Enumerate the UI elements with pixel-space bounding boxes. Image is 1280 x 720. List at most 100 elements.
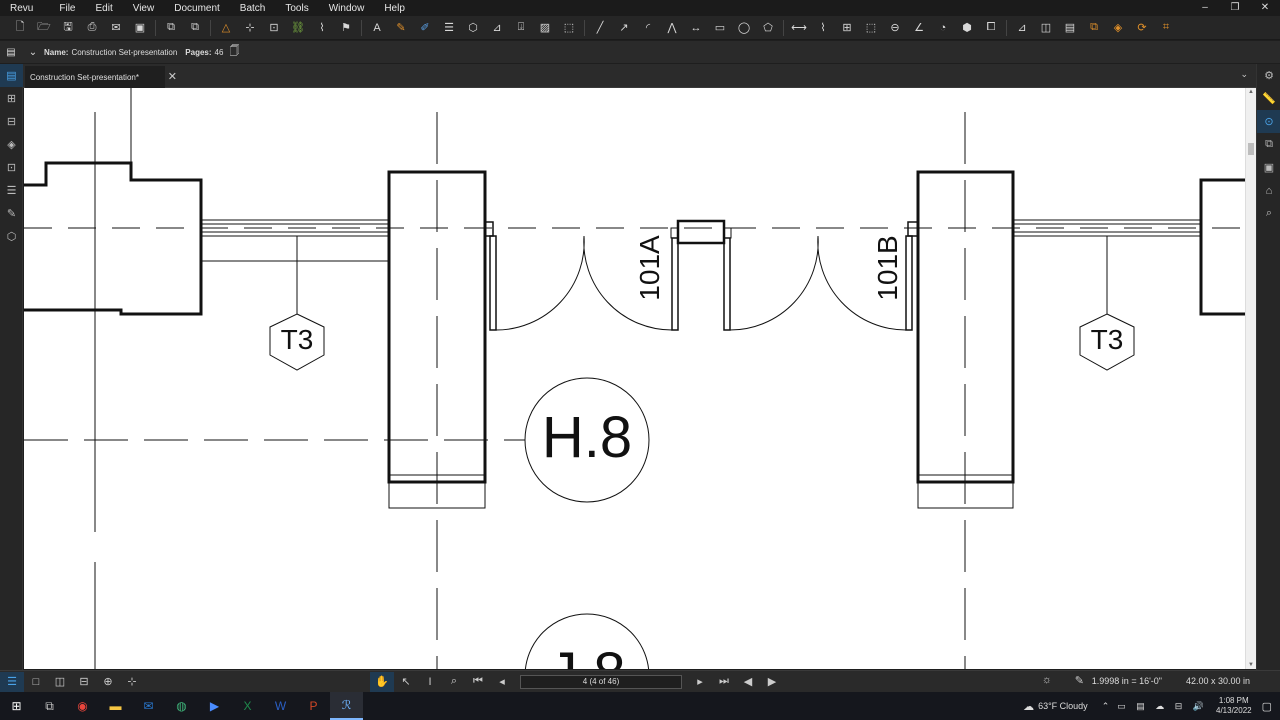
search-icon[interactable]: ⌕ <box>1257 202 1280 225</box>
redo-icon[interactable]: ⧉ <box>183 18 207 38</box>
split-horizontal-icon[interactable]: ⊟ <box>72 672 96 692</box>
measurements-ruler-icon[interactable]: 📏 <box>1257 87 1280 110</box>
snapshot-icon[interactable]: ⊡ <box>262 18 286 38</box>
single-page-icon[interactable]: □ <box>24 672 48 692</box>
start-windows-icon[interactable]: ⊞ <box>0 692 33 720</box>
previous-view-icon[interactable]: ◀ <box>736 672 760 692</box>
tray-chevron-icon[interactable]: ⌃ <box>1102 701 1110 712</box>
open-folder-icon[interactable]: 🗁 <box>32 18 56 38</box>
select-text-cursor-icon[interactable]: I <box>418 672 442 692</box>
panels-list-icon[interactable]: ☰ <box>0 671 24 692</box>
sync-views-icon[interactable]: ⊕ <box>96 672 120 692</box>
next-page-icon[interactable]: ▸ <box>688 672 712 692</box>
menu-edit[interactable]: Edit <box>85 3 122 14</box>
weather-text[interactable]: 63°F Cloudy <box>1038 701 1088 711</box>
menu-revu[interactable]: Revu <box>0 3 49 14</box>
angle-icon[interactable]: ∠ <box>907 18 931 38</box>
bookmarks-icon[interactable]: ⊟ <box>0 110 23 133</box>
polyline-icon[interactable]: ⋀ <box>660 18 684 38</box>
clock[interactable]: 1:08 PM 4/13/2022 <box>1216 696 1252 716</box>
scrollbar-thumb[interactable] <box>1248 143 1254 155</box>
menu-document[interactable]: Document <box>164 3 230 14</box>
file-explorer-icon[interactable]: ▬ <box>99 692 132 720</box>
markup-icon[interactable]: ✎ <box>389 18 413 38</box>
select-pointer-icon[interactable]: ↖ <box>394 672 418 692</box>
markup-list-icon[interactable]: ▤ <box>1058 18 1082 38</box>
file-access-icon[interactable]: ▤ <box>0 64 23 87</box>
snap-icon[interactable]: ⊹ <box>120 672 144 692</box>
split-vertical-icon[interactable]: ◫ <box>48 672 72 692</box>
first-page-icon[interactable]: ⏮ <box>466 672 490 692</box>
toolchest-icon[interactable]: ⊡ <box>0 156 23 179</box>
menu-batch[interactable]: Batch <box>230 3 276 14</box>
tabs-chevron-down-icon[interactable]: ⌄ <box>1240 69 1248 80</box>
overlay-icon[interactable]: ◈ <box>1106 18 1130 38</box>
arrow-icon[interactable]: ↗ <box>612 18 636 38</box>
signatures-icon[interactable]: ▣ <box>1257 156 1280 179</box>
count-icon[interactable]: ⧠ <box>979 18 1003 38</box>
settings-gear-icon[interactable]: ⚙ <box>1257 64 1280 87</box>
minimize-button[interactable]: – <box>1190 0 1220 16</box>
previous-page-icon[interactable]: ◂ <box>490 672 514 692</box>
stamp-list-icon[interactable]: ☰ <box>437 18 461 38</box>
excel-icon[interactable]: X <box>231 692 264 720</box>
properties-icon[interactable]: ☰ <box>0 179 23 202</box>
menu-help[interactable]: Help <box>374 3 415 14</box>
pen-icon[interactable]: ✐ <box>413 18 437 38</box>
tray-icons[interactable]: ▭ ▤ ☁ ⊟ 🔊 <box>1117 701 1208 712</box>
email-icon[interactable]: ✉ <box>104 18 128 38</box>
markup-pen-icon[interactable]: ✎ <box>0 202 23 225</box>
outlook-icon[interactable]: ✉ <box>132 692 165 720</box>
save-icon[interactable]: 🖫 <box>56 18 80 38</box>
menu-window[interactable]: Window <box>319 3 375 14</box>
callout-icon[interactable]: ⊿ <box>485 18 509 38</box>
bluebeam-revu-icon[interactable]: ℛ <box>330 692 363 720</box>
highlight-icon[interactable]: △ <box>214 18 238 38</box>
volume-icon[interactable]: ⬢ <box>955 18 979 38</box>
studio-icon[interactable]: ⬡ <box>0 225 23 248</box>
powerpoint-icon[interactable]: P <box>297 692 330 720</box>
crop-icon[interactable]: ⬚ <box>557 18 581 38</box>
weather-cloud-icon[interactable]: ☁ <box>1023 700 1034 713</box>
radius-icon[interactable]: ◔ <box>931 18 955 38</box>
menu-tools[interactable]: Tools <box>275 3 318 14</box>
diameter-icon[interactable]: ⊖ <box>883 18 907 38</box>
layers-icon[interactable]: ◈ <box>0 133 23 156</box>
length-measure-icon[interactable]: ⟷ <box>787 18 811 38</box>
arc-icon[interactable]: ◜ <box>636 18 660 38</box>
text-box-icon[interactable]: A <box>365 18 389 38</box>
restore-button[interactable]: ❐ <box>1220 0 1250 16</box>
thumbnails-icon[interactable]: ⊞ <box>0 87 23 110</box>
word-icon[interactable]: W <box>264 692 297 720</box>
next-view-icon[interactable]: ▶ <box>760 672 784 692</box>
drawing-canvas[interactable]: T3 T3 H.8 J.8 101A 101B <box>24 88 1245 669</box>
perimeter-icon[interactable]: ⬚ <box>859 18 883 38</box>
cloud-icon[interactable]: ⬡ <box>461 18 485 38</box>
spaces-icon[interactable]: ⌗ <box>1154 18 1178 38</box>
chrome-icon[interactable]: ◉ <box>66 692 99 720</box>
line-icon[interactable]: ╱ <box>588 18 612 38</box>
attachment-icon[interactable]: ⌇ <box>310 18 334 38</box>
vertical-scrollbar[interactable]: ▲ ▼ <box>1245 88 1256 669</box>
stamp-icon[interactable]: ⍗ <box>509 18 533 38</box>
link-icon[interactable]: ⛓ <box>286 18 310 38</box>
flag-icon[interactable]: ⚑ <box>334 18 358 38</box>
close-window-button[interactable]: ✕ <box>1250 0 1280 16</box>
brightness-icon[interactable]: ☼ <box>1042 674 1052 686</box>
studio-user-icon[interactable]: ⊙ <box>1257 110 1280 133</box>
tag-icon[interactable]: ⌂ <box>1257 179 1280 202</box>
image-icon[interactable]: ▨ <box>533 18 557 38</box>
select-text-icon[interactable]: ⊹ <box>238 18 262 38</box>
zoom-icon[interactable]: ⌕ <box>442 672 466 692</box>
page-setup-icon[interactable]: ▣ <box>128 18 152 38</box>
ellipse-icon[interactable]: ◯ <box>732 18 756 38</box>
rectangle-icon[interactable]: ▭ <box>708 18 732 38</box>
polylength-icon[interactable]: ⌇ <box>811 18 835 38</box>
scroll-up-icon[interactable]: ▲ <box>1246 89 1256 95</box>
scroll-down-icon[interactable]: ▼ <box>1246 662 1256 668</box>
chevron-down-icon[interactable]: ⌄ <box>22 47 44 58</box>
sets-icon[interactable]: ⧉ <box>1257 133 1280 156</box>
polygon-icon[interactable]: ⬠ <box>756 18 780 38</box>
cutout-icon[interactable]: ◫ <box>1034 18 1058 38</box>
browser-icon[interactable]: ◍ <box>165 692 198 720</box>
